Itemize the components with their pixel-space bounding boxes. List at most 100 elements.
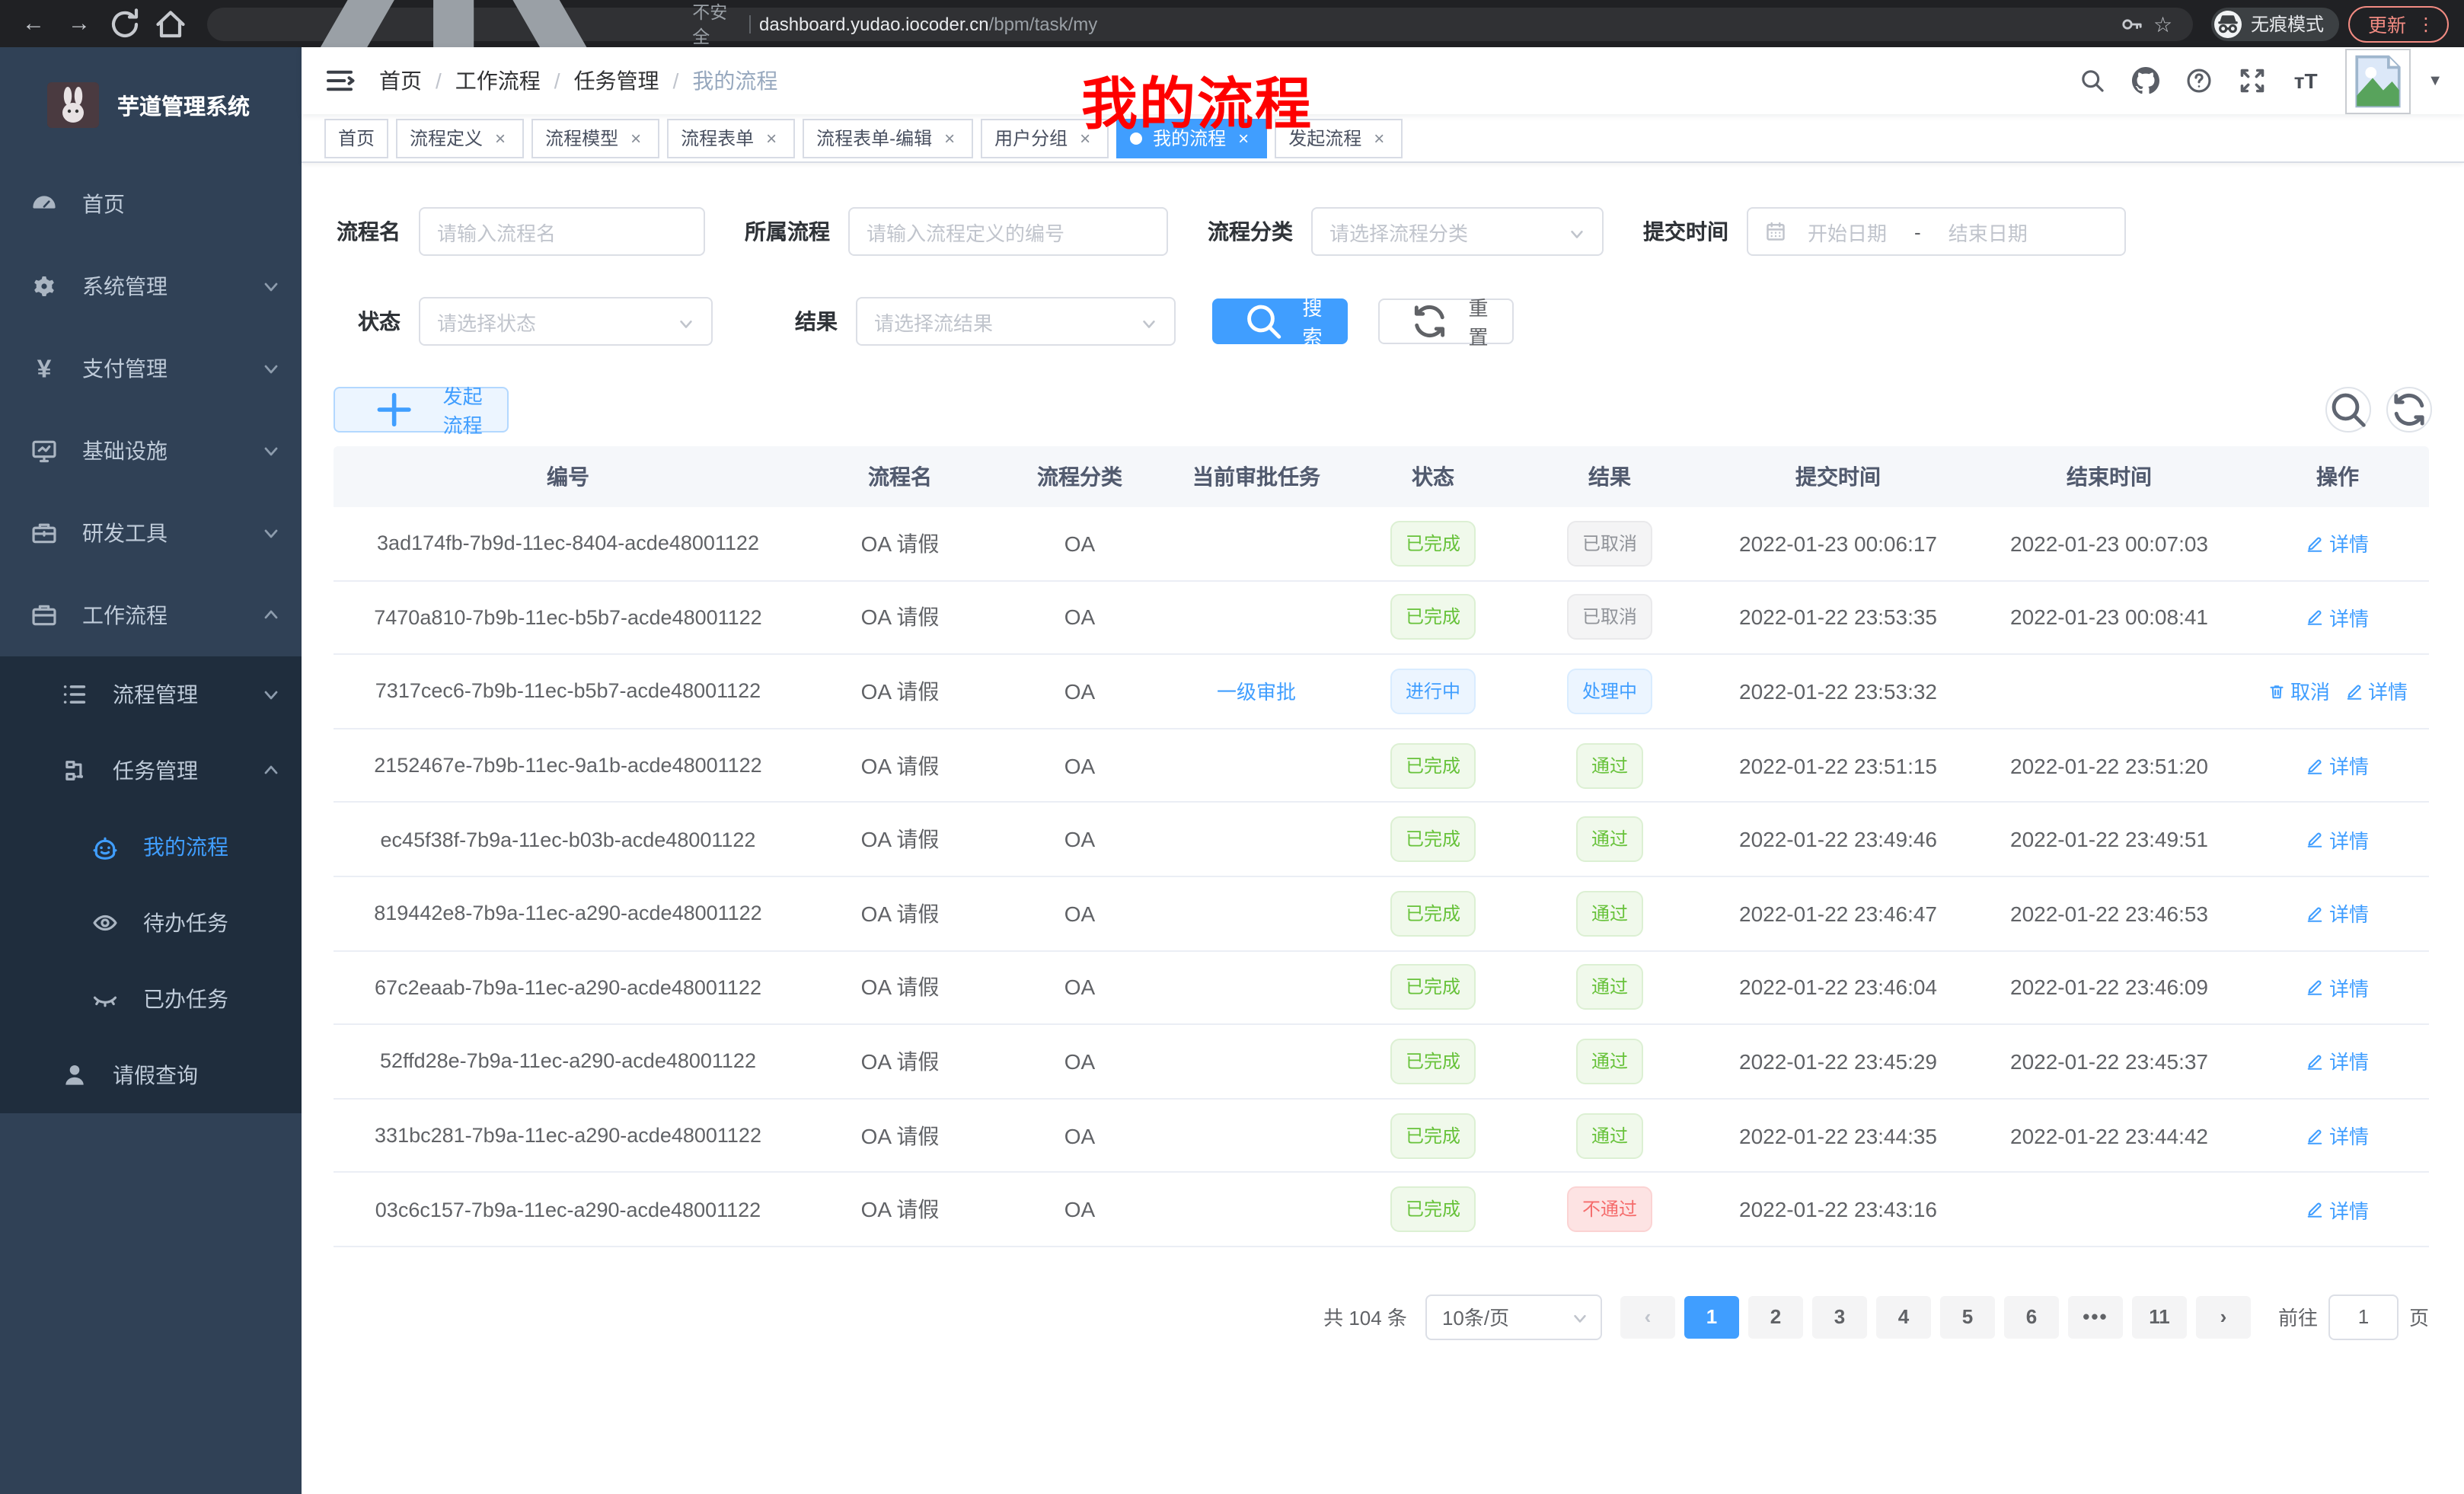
sidebar-item-工作流程[interactable]: 工作流程 — [0, 574, 302, 656]
create-process-button[interactable]: 发起流程 — [334, 387, 509, 433]
detail-action-link[interactable]: 详情 — [2306, 751, 2369, 780]
prev-page-button[interactable]: ‹ — [1620, 1296, 1675, 1339]
github-icon[interactable] — [2132, 67, 2159, 94]
pen-icon — [2306, 535, 2325, 553]
page-button-4[interactable]: 4 — [1876, 1296, 1931, 1339]
sidebar-toggle-button[interactable] — [324, 65, 355, 96]
github-icon — [2132, 67, 2159, 94]
status-badge: 通过 — [1576, 1039, 1643, 1084]
sidebar-item-系统管理[interactable]: 系统管理 — [0, 245, 302, 327]
sidebar-item-我的流程[interactable]: 我的流程 — [0, 809, 302, 885]
detail-action-link[interactable]: 详情 — [2306, 1047, 2369, 1076]
refresh-table-button[interactable] — [2386, 387, 2432, 433]
close-icon[interactable]: × — [490, 128, 510, 148]
breadcrumb-item-工作流程[interactable]: 工作流程 — [455, 65, 541, 96]
cancel-action-link[interactable]: 取消 — [2268, 677, 2330, 706]
font-size-icon[interactable]: ᴛT — [2292, 67, 2319, 94]
close-icon[interactable]: × — [626, 128, 646, 148]
actions-cell: 详情 — [2246, 529, 2429, 558]
filter-status-select[interactable]: 请选择状态 — [419, 297, 713, 346]
filter-time-range[interactable]: 开始日期 - 结束日期 — [1747, 207, 2126, 256]
more-pages-button[interactable]: ••• — [2068, 1296, 2123, 1339]
chevron-down-icon — [262, 277, 280, 295]
detail-action-link[interactable]: 详情 — [2345, 677, 2408, 706]
filter-definition-input[interactable]: 请输入流程定义的编号 — [848, 207, 1168, 256]
tab-流程定义[interactable]: 流程定义× — [396, 118, 524, 158]
detail-action-link[interactable]: 详情 — [2306, 899, 2369, 928]
status-cell: 已完成 — [1351, 1039, 1515, 1084]
tab-流程表单[interactable]: 流程表单× — [667, 118, 795, 158]
sidebar-item-待办任务[interactable]: 待办任务 — [0, 885, 302, 961]
status-badge: 通过 — [1576, 1113, 1643, 1158]
svg-text:¥: ¥ — [37, 355, 52, 382]
sidebar-item-基础设施[interactable]: 基础设施 — [0, 410, 302, 492]
goto-page-input[interactable]: 1 — [2328, 1294, 2399, 1340]
column-header-结束时间: 结束时间 — [1972, 461, 2246, 492]
current-task-link[interactable]: 一级审批 — [1217, 677, 1296, 706]
avatar[interactable] — [2345, 48, 2411, 113]
browser-home-button[interactable] — [152, 5, 189, 42]
search-button[interactable]: 搜索 — [1212, 298, 1348, 344]
tab-流程模型[interactable]: 流程模型× — [531, 118, 659, 158]
app-logo-row[interactable]: 芋道管理系统 — [0, 47, 302, 163]
filter-result-label: 结果 — [749, 306, 838, 337]
sidebar-item-label: 支付管理 — [82, 353, 262, 384]
page-button-5[interactable]: 5 — [1940, 1296, 1995, 1339]
avatar-caret-down-icon[interactable]: ▼ — [2427, 72, 2443, 89]
next-page-button[interactable]: › — [2196, 1296, 2251, 1339]
table-toolbar: 发起流程 — [334, 387, 2432, 433]
bookmark-star-icon[interactable]: ☆ — [2153, 11, 2178, 36]
sidebar-item-请假查询[interactable]: 请假查询 — [0, 1037, 302, 1113]
browser-forward-button[interactable]: → — [61, 5, 97, 42]
breadcrumb-item-首页[interactable]: 首页 — [379, 65, 422, 96]
incognito-label: 无痕模式 — [2251, 11, 2324, 37]
page-size-select[interactable]: 10条/页 — [1425, 1294, 1602, 1340]
search-icon[interactable] — [2079, 67, 2106, 94]
detail-action-link[interactable]: 详情 — [2306, 1121, 2369, 1150]
browser-menu-icon[interactable]: ⋮ — [2417, 14, 2435, 33]
close-icon[interactable]: × — [1369, 128, 1389, 148]
breadcrumb-separator: / — [436, 69, 442, 93]
address-bar[interactable]: 不安全 dashboard.yudao.iocoder.cn/bpm/task/… — [207, 7, 2193, 40]
sidebar-item-任务管理[interactable]: 任务管理 — [0, 733, 302, 809]
pen-icon — [2306, 608, 2325, 627]
breadcrumb-item-任务管理[interactable]: 任务管理 — [574, 65, 659, 96]
page-button-11[interactable]: 11 — [2132, 1296, 2187, 1339]
process-name-cell: OA 请假 — [803, 750, 997, 781]
filter-result-select[interactable]: 请选择流结果 — [856, 297, 1176, 346]
page-button-2[interactable]: 2 — [1748, 1296, 1803, 1339]
process-category-cell: OA — [997, 679, 1162, 704]
filter-name-input[interactable]: 请输入流程名 — [419, 207, 705, 256]
page-button-3[interactable]: 3 — [1812, 1296, 1867, 1339]
reset-button[interactable]: 重置 — [1378, 298, 1514, 344]
tab-流程表单-编辑[interactable]: 流程表单-编辑× — [803, 118, 973, 158]
detail-action-link[interactable]: 详情 — [2306, 825, 2369, 854]
sidebar-item-研发工具[interactable]: 研发工具 — [0, 492, 302, 574]
sidebar-item-首页[interactable]: 首页 — [0, 163, 302, 245]
close-icon[interactable]: × — [940, 128, 959, 148]
close-icon[interactable]: × — [761, 128, 781, 148]
show-search-button[interactable] — [2325, 387, 2371, 433]
detail-action-link[interactable]: 详情 — [2306, 529, 2369, 558]
page-button-1[interactable]: 1 — [1684, 1296, 1739, 1339]
page-button-6[interactable]: 6 — [2004, 1296, 2059, 1339]
sidebar-item-支付管理[interactable]: ¥ 支付管理 — [0, 327, 302, 410]
help-icon[interactable] — [2185, 67, 2213, 94]
filter-category-select[interactable]: 请选择流程分类 — [1311, 207, 1604, 256]
process-id-cell: 2152467e-7b9b-11ec-9a1b-acde48001122 — [334, 754, 803, 777]
pen-icon — [2345, 682, 2363, 701]
detail-action-link[interactable]: 详情 — [2306, 973, 2369, 1002]
fullscreen-icon[interactable] — [2239, 67, 2266, 94]
status-cell: 进行中 — [1351, 669, 1515, 714]
sidebar-item-流程管理[interactable]: 流程管理 — [0, 656, 302, 733]
browser-back-button[interactable]: ← — [15, 5, 52, 42]
screen: ← → 不安全 dashboard.yudao.iocoder.cn/bpm/t… — [0, 0, 2464, 1494]
browser-update-button[interactable]: 更新 ⋮ — [2348, 5, 2449, 42]
password-key-icon[interactable] — [2120, 11, 2144, 36]
fullscreen-icon — [2239, 67, 2266, 94]
detail-action-link[interactable]: 详情 — [2306, 603, 2369, 632]
browser-reload-button[interactable] — [107, 5, 143, 42]
tab-首页[interactable]: 首页 — [324, 118, 388, 158]
sidebar-item-已办任务[interactable]: 已办任务 — [0, 961, 302, 1037]
detail-action-link[interactable]: 详情 — [2306, 1195, 2369, 1224]
